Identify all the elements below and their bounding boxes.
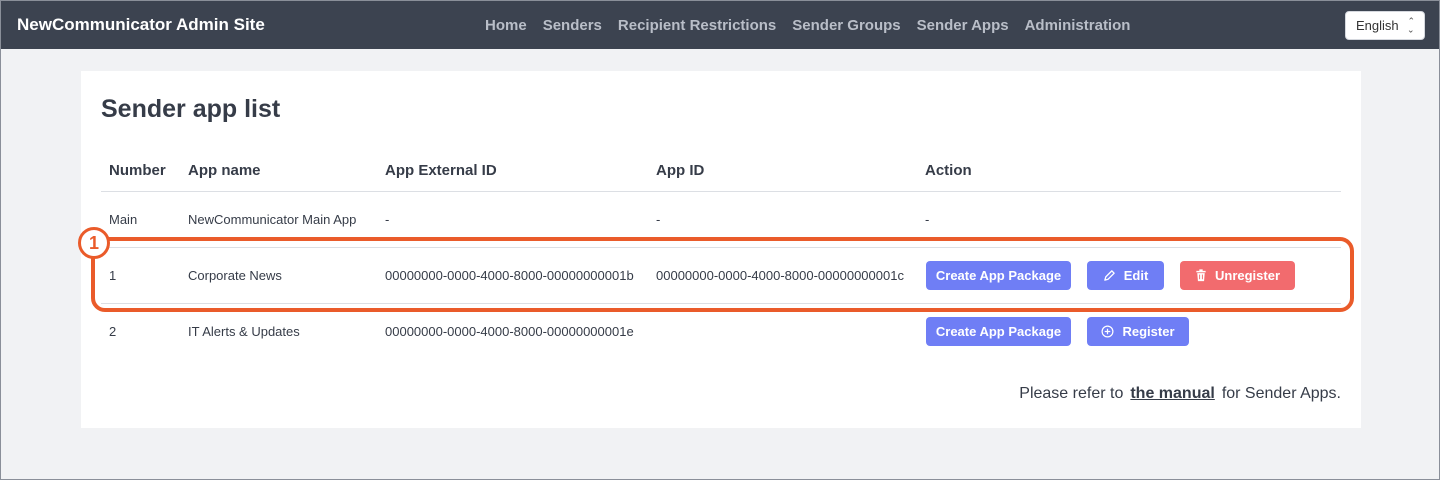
language-value: English [1356,18,1399,33]
callout-number-badge: 1 [78,227,110,259]
manual-note: Please refer to the manual for Sender Ap… [1019,385,1341,403]
page-title: Sender app list [101,95,281,123]
col-header-app-id: App ID [656,162,705,179]
site-brand[interactable]: NewCommunicator Admin Site [17,1,265,49]
manual-note-prefix: Please refer to [1019,385,1124,402]
nav-recipient-restrictions[interactable]: Recipient Restrictions [618,17,776,34]
language-select[interactable]: English ⌃ ⌃ [1345,11,1425,40]
main-nav: Home Senders Recipient Restrictions Send… [485,1,1130,49]
select-chevron-icon: ⌃ ⌃ [1407,16,1415,35]
cell-number: 2 [109,324,117,339]
col-header-app-name: App name [188,162,261,179]
create-app-package-button[interactable]: Create App Package [926,317,1071,346]
manual-note-suffix: for Sender Apps. [1221,385,1341,402]
col-header-external-id: App External ID [385,162,497,179]
nav-administration[interactable]: Administration [1025,17,1131,34]
col-header-action: Action [925,162,972,179]
cell-external-id: - [385,212,390,227]
plus-circle-icon [1101,325,1114,338]
cell-action: - [925,212,930,227]
highlight-frame [91,237,1354,312]
manual-link[interactable]: the manual [1130,385,1214,403]
header-divider [101,191,1341,192]
col-header-number: Number [109,162,166,179]
register-button[interactable]: Register [1087,317,1189,346]
top-navbar: NewCommunicator Admin Site Home Senders … [1,1,1439,49]
nav-senders[interactable]: Senders [543,17,602,34]
nav-sender-groups[interactable]: Sender Groups [792,17,900,34]
nav-sender-apps[interactable]: Sender Apps [917,17,1009,34]
nav-home[interactable]: Home [485,17,527,34]
cell-app-id: - [656,212,661,227]
cell-number: Main [109,212,138,227]
cell-app-name: NewCommunicator Main App [188,212,357,227]
button-label: Create App Package [935,324,1062,339]
cell-app-name: IT Alerts & Updates [188,324,300,339]
button-label: Register [1122,324,1175,339]
cell-external-id: 00000000-0000-4000-8000-00000000001e [385,324,634,339]
